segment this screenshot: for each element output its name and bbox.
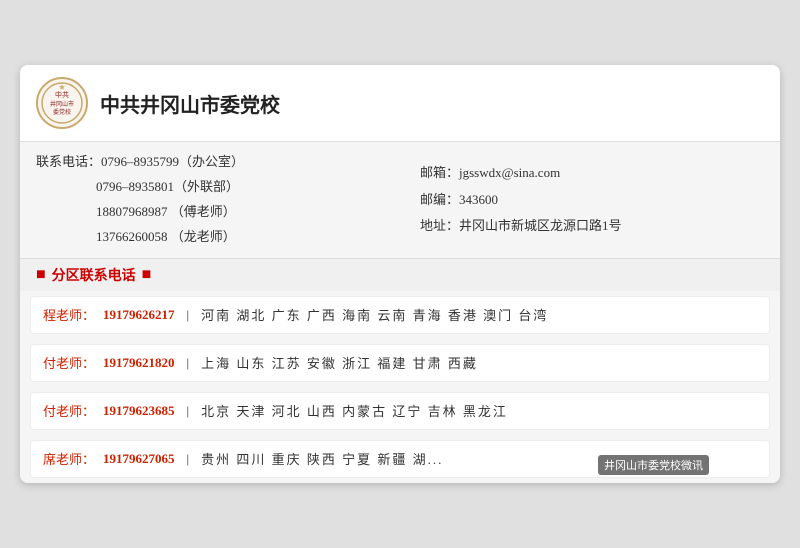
region-row-1: 付老师： 19179621820 | 上海 山东 江苏 安徽 浙江 福建 甘肃 … [30, 344, 770, 382]
contact-indent2: 18807968987 （傅老师） [36, 204, 236, 219]
svg-text:井冈山市: 井冈山市 [50, 100, 74, 108]
logo: 中共 井冈山市 委党校 [36, 77, 88, 129]
contact-value-1: 0796–8935799（办公室） [101, 154, 244, 169]
region-row-3: 席老师： 19179627065 | 贵州 四川 重庆 陕西 宁夏 新疆 湖..… [30, 440, 770, 478]
email-row: 邮箱：jgsswdx@sina.com [420, 163, 764, 184]
contact-indent: 0796–8935801（外联部） [36, 179, 239, 194]
teacher-2: 付老师： [43, 401, 95, 420]
section-header: ■ 分区联系电话 ■ [20, 259, 780, 291]
address-value: 井冈山市新城区龙源口路1号 [459, 218, 622, 233]
phone-2: 19179623685 [103, 403, 175, 419]
contact-right: 邮箱：jgsswdx@sina.com 邮编：343600 地址：井冈山市新城区… [400, 152, 764, 247]
areas-0: 河南 湖北 广东 广西 海南 云南 青海 香港 澳门 台湾 [201, 305, 548, 324]
red-dash-right: ■ [142, 266, 152, 284]
email-label: 邮箱： [420, 165, 459, 180]
areas-1: 上海 山东 江苏 安徽 浙江 福建 甘肃 西藏 [201, 353, 478, 372]
watermark-badge: 井冈山市委党校微讯 [598, 455, 709, 475]
teacher-0: 程老师： [43, 305, 95, 324]
contact-label-1: 联系电话： [36, 154, 101, 169]
contact-section: 联系电话：0796–8935799（办公室） 0796–8935801（外联部）… [20, 142, 780, 258]
svg-text:中共: 中共 [55, 90, 69, 99]
address-row: 地址：井冈山市新城区龙源口路1号 [420, 216, 764, 237]
phone-0: 19179626217 [103, 307, 175, 323]
address-label: 地址： [420, 218, 459, 233]
red-dash-left: ■ [36, 266, 46, 284]
header: 中共 井冈山市 委党校 中共井冈山市委党校 [20, 65, 780, 142]
main-card: 中共 井冈山市 委党校 中共井冈山市委党校 联系电话：0796–8935799（… [20, 65, 780, 482]
region-rows: 程老师： 19179626217 | 河南 湖北 广东 广西 海南 云南 青海 … [20, 291, 780, 483]
phone-1: 19179621820 [103, 355, 175, 371]
contact-row-4: 13766260058 （龙老师） [36, 227, 400, 248]
logo-svg: 中共 井冈山市 委党校 [40, 81, 84, 125]
zip-label: 邮编： [420, 192, 459, 207]
zip-row: 邮编：343600 [420, 190, 764, 211]
section-header-text: 分区联系电话 [52, 265, 136, 285]
teacher-3: 席老师： [43, 449, 95, 468]
contact-row-3: 18807968987 （傅老师） [36, 202, 400, 223]
sep-1: | [187, 355, 190, 371]
sep-3: | [187, 451, 190, 467]
contact-row-1: 联系电话：0796–8935799（办公室） [36, 152, 400, 173]
contact-indent3: 13766260058 （龙老师） [36, 229, 236, 244]
svg-text:委党校: 委党校 [53, 108, 71, 116]
areas-3: 贵州 四川 重庆 陕西 宁夏 新疆 湖... [201, 449, 443, 468]
zip-value: 343600 [459, 192, 498, 207]
teacher-1: 付老师： [43, 353, 95, 372]
header-title: 中共井冈山市委党校 [100, 89, 280, 118]
region-row-2: 付老师： 19179623685 | 北京 天津 河北 山西 内蒙古 辽宁 吉林… [30, 392, 770, 430]
contact-row-2: 0796–8935801（外联部） [36, 177, 400, 198]
areas-2: 北京 天津 河北 山西 内蒙古 辽宁 吉林 黑龙江 [201, 401, 508, 420]
email-value: jgsswdx@sina.com [459, 165, 560, 180]
sep-0: | [187, 307, 190, 323]
phone-3: 19179627065 [103, 451, 175, 467]
contact-left: 联系电话：0796–8935799（办公室） 0796–8935801（外联部）… [36, 152, 400, 247]
sep-2: | [187, 403, 190, 419]
region-row-0: 程老师： 19179626217 | 河南 湖北 广东 广西 海南 云南 青海 … [30, 296, 770, 334]
